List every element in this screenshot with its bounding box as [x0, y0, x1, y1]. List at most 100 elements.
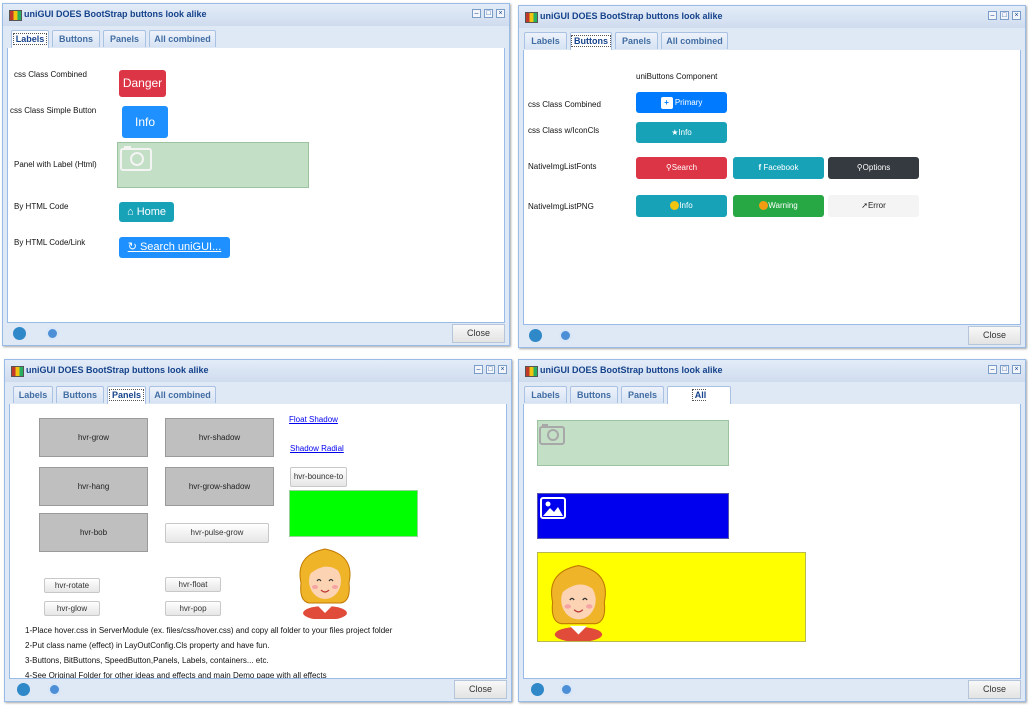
hvr-grow-shadow-panel[interactable]: hvr-grow-shadow [165, 467, 274, 506]
maximize-button[interactable]: □ [486, 365, 495, 374]
hvr-bounce-to-button[interactable]: hvr-bounce-to [290, 467, 347, 487]
globe-icon[interactable] [46, 327, 59, 340]
tab-strip: Labels Buttons Panels All combined [9, 382, 507, 405]
float-shadow-link[interactable]: Float Shadow [289, 415, 338, 424]
instruction-line: 2-Put class name (effect) in LayOutConfi… [25, 641, 270, 650]
tab-labels[interactable]: Labels [11, 30, 49, 48]
tab-strip: Labels Buttons Panels All combined [523, 382, 1021, 417]
close-button[interactable]: Close [452, 324, 505, 343]
warning-button[interactable]: Warning [733, 195, 824, 217]
facebook-button[interactable]: f Facebook [733, 157, 824, 179]
instruction-line: 4-See Original Folder for other ideas an… [25, 671, 327, 679]
globe-icon[interactable] [560, 683, 573, 696]
hvr-float-button[interactable]: hvr-float [165, 577, 221, 592]
globe-icon[interactable] [48, 683, 61, 696]
hvr-shadow-panel[interactable]: hvr-shadow [165, 418, 274, 457]
green-camera-panel[interactable] [537, 420, 729, 466]
tab-panels[interactable]: Panels [107, 386, 146, 404]
info-button[interactable]: Info [122, 106, 168, 138]
close-window-button[interactable]: × [498, 365, 507, 374]
maximize-button[interactable]: □ [484, 9, 493, 18]
primary-label: Primary [674, 98, 703, 107]
tab-panels[interactable]: Panels [615, 32, 658, 49]
hvr-hang-panel[interactable]: hvr-hang [39, 467, 148, 506]
telegram-icon[interactable] [17, 683, 30, 696]
close-window-button[interactable]: × [496, 9, 505, 18]
close-button[interactable]: Close [968, 326, 1021, 345]
tab-panels[interactable]: Panels [621, 386, 664, 403]
hvr-pop-button[interactable]: hvr-pop [165, 601, 221, 616]
yellow-avatar-panel[interactable] [537, 552, 806, 642]
home-label: Home [136, 206, 167, 218]
tab-all-combined[interactable]: All combined [149, 386, 216, 403]
close-button[interactable]: Close [454, 680, 507, 699]
tab-labels[interactable]: Labels [13, 386, 53, 403]
green-panel[interactable] [289, 490, 418, 537]
window-footer: Close [519, 679, 1025, 701]
shadow-radial-link[interactable]: Shadow Radial [290, 444, 344, 453]
telegram-icon[interactable] [529, 329, 542, 342]
tab-strip: Labels Buttons Panels All combined [7, 26, 505, 49]
hvr-rotate-button[interactable]: hvr-rotate [44, 578, 100, 593]
title-bar[interactable]: uniGUI DOES BootStrap buttons look alike… [519, 360, 1025, 382]
info-label: Info [678, 128, 692, 137]
info-png-button[interactable]: Info [636, 195, 727, 217]
error-button[interactable]: ➚Error [828, 195, 919, 217]
danger-button[interactable]: Danger [119, 70, 166, 97]
search-unigui-link-button[interactable]: ↻ Search uniGUI... [119, 237, 230, 258]
tab-all-combined[interactable]: All combined [149, 30, 216, 47]
tab-all-combined[interactable]: All combined [667, 386, 731, 417]
hvr-grow-panel[interactable]: hvr-grow [39, 418, 148, 457]
home-icon: ⌂ [126, 206, 134, 218]
people-icon [670, 201, 680, 211]
hvr-bob-panel[interactable]: hvr-bob [39, 513, 148, 552]
telegram-icon[interactable] [13, 327, 26, 340]
app-icon [525, 366, 538, 377]
girl-avatar-icon [299, 548, 351, 619]
title-bar[interactable]: uniGUI DOES BootStrap buttons look alike… [519, 6, 1025, 28]
window-buttons: uniGUI DOES BootStrap buttons look alike… [518, 5, 1026, 348]
row-label: Panel with Label (Html) [14, 160, 97, 169]
window-labels: uniGUI DOES BootStrap buttons look alike… [2, 3, 510, 346]
blue-image-panel[interactable] [537, 493, 729, 539]
window-footer: Close [519, 325, 1025, 347]
globe-icon[interactable] [559, 329, 572, 342]
options-button[interactable]: ⚲Options [828, 157, 919, 179]
hvr-glow-button[interactable]: hvr-glow [44, 601, 100, 616]
close-button[interactable]: Close [968, 680, 1021, 699]
tab-labels[interactable]: Labels [524, 32, 567, 49]
tab-all-combined[interactable]: All combined [661, 32, 728, 49]
close-window-button[interactable]: × [1012, 11, 1021, 20]
tab-body: hvr-grow hvr-shadow hvr-hang hvr-grow-sh… [9, 404, 507, 679]
hvr-pulse-grow-button[interactable]: hvr-pulse-grow [165, 523, 269, 543]
title-bar[interactable]: uniGUI DOES BootStrap buttons look alike… [5, 360, 511, 382]
window-panels: uniGUI DOES BootStrap buttons look alike… [4, 359, 512, 702]
camera-icon [120, 146, 152, 171]
tab-buttons[interactable]: Buttons [570, 386, 618, 403]
search-button[interactable]: ⚲Search [636, 157, 727, 179]
minimize-button[interactable]: – [988, 365, 997, 374]
title-bar[interactable]: uniGUI DOES BootStrap buttons look alike… [3, 4, 509, 26]
tab-buttons[interactable]: Buttons [56, 386, 104, 403]
options-label: Options [862, 163, 891, 172]
minimize-button[interactable]: – [988, 11, 997, 20]
tab-buttons[interactable]: Buttons [52, 30, 100, 47]
minimize-button[interactable]: – [472, 9, 481, 18]
facebook-icon: f [758, 163, 762, 172]
maximize-button[interactable]: □ [1000, 365, 1009, 374]
search-label: Search [671, 163, 698, 172]
instruction-line: 1-Place hover.css in ServerModule (ex. f… [25, 626, 393, 635]
telegram-icon[interactable] [531, 683, 544, 696]
minimize-button[interactable]: – [474, 365, 483, 374]
maximize-button[interactable]: □ [1000, 11, 1009, 20]
tab-panels[interactable]: Panels [103, 30, 146, 47]
primary-button[interactable]: + Primary [636, 92, 727, 113]
tab-buttons[interactable]: Buttons [570, 32, 612, 50]
row-label: css Class Combined [528, 100, 601, 109]
app-icon [525, 12, 538, 23]
close-window-button[interactable]: × [1012, 365, 1021, 374]
tab-labels[interactable]: Labels [524, 386, 567, 403]
tab-strip: Labels Buttons Panels All combined [523, 28, 1021, 51]
home-button[interactable]: ⌂ Home [119, 202, 174, 222]
info-iconcls-button[interactable]: ★Info [636, 122, 727, 143]
